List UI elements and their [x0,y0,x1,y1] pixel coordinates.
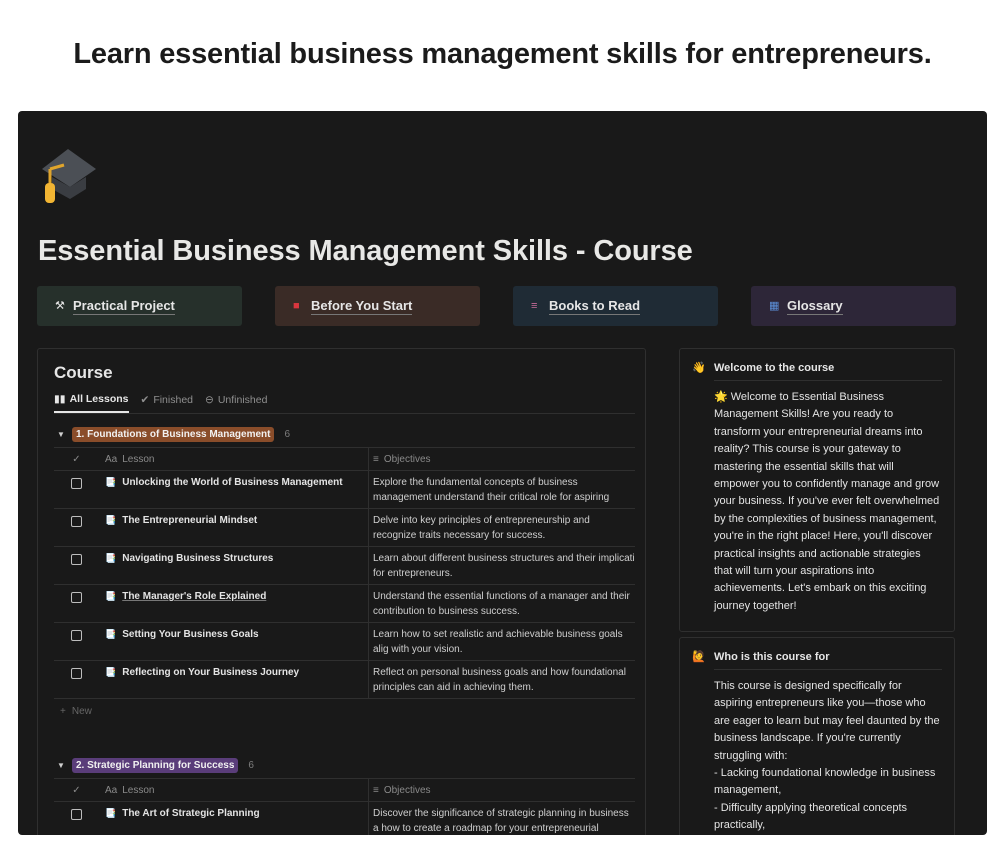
new-row-button[interactable]: + New [54,699,635,723]
page-icon: 📑 [105,591,117,601]
nav-label: Books to Read [549,297,641,315]
practical-project-button[interactable]: ⚒ Practical Project [37,286,242,326]
lesson-title[interactable]: The Entrepreneurial Mindset [122,515,257,526]
lesson-title[interactable]: Navigating Business Structures [122,553,273,564]
divider [54,413,635,414]
table-header: ✓ Aa Lesson ≡ Objectives [54,778,635,802]
notion-page: Essential Business Management Skills - C… [18,111,987,835]
table-row[interactable]: 📑 The Manager's Role Explained Understand… [54,585,635,623]
objective-text: Reflect on personal business goals and h… [373,667,626,693]
lessons-table: ✓ Aa Lesson ≡ Objectives 📑 Unlocking the Wo… [54,447,635,723]
lessons-table: ✓ Aa Lesson ≡ Objectives 📑 The Art of Strat… [54,778,635,835]
table-row[interactable]: 📑 Navigating Business Structures Learn ab… [54,547,635,585]
done-checkbox[interactable] [71,668,82,679]
done-checkbox[interactable] [71,554,82,565]
tab-label: All Lessons [69,393,129,405]
table-header: ✓ Aa Lesson ≡ Objectives [54,447,635,471]
table-row[interactable]: 📑 Setting Your Business Goals Learn how t… [54,623,635,661]
caret-down-icon[interactable]: ▼ [54,430,72,439]
done-checkbox[interactable] [71,630,82,641]
book-icon: ■ [293,300,300,312]
done-checkbox[interactable] [71,809,82,820]
page-title: Essential Business Management Skills - C… [38,235,693,267]
open-book-icon: ▮▮ [54,393,66,405]
glossary-button[interactable]: ▦ Glossary [751,286,956,326]
page-icon: 📑 [105,477,117,487]
books-icon: ≡ [531,300,538,312]
lesson-title[interactable]: The Manager's Role Explained [122,591,266,602]
minus-circle-icon: ⊖ [205,394,214,406]
objective-text: Explore the fundamental concepts of busi… [373,477,610,508]
caret-down-icon[interactable]: ▼ [54,761,72,770]
card-body: This course is designed specifically for… [714,680,940,832]
lesson-title[interactable]: The Art of Strategic Planning [122,808,259,819]
tab-unfinished[interactable]: ⊖ Unfinished [205,393,267,413]
divider [714,669,942,670]
tab-all-lessons[interactable]: ▮▮ All Lessons [54,393,129,413]
tab-label: Finished [153,394,194,406]
plus-icon: + [60,705,66,717]
objective-text: Understand the essential functions of a … [373,591,630,617]
nav-label: Glossary [787,297,843,315]
waving-hand-icon: 👋 [692,362,706,374]
person-raising-hand-icon: 🙋 [692,651,706,663]
group-tag: 1. Foundations of Business Management [72,426,275,442]
tab-label: Unfinished [217,394,268,406]
card-header: 🙋 Who is this course for [692,650,942,669]
lesson-column-header[interactable]: Aa Lesson [99,448,369,470]
graduation-cap-icon [42,149,96,203]
group-foundations: ▼ 1. Foundations of Business Management … [54,423,635,723]
tab-finished[interactable]: ✔ Finished [141,393,194,413]
table-row[interactable]: 📑 Unlocking the World of Business Managem… [54,471,635,509]
lesson-title[interactable]: Unlocking the World of Business Manageme… [122,477,342,488]
lesson-column-header[interactable]: Aa Lesson [99,779,369,801]
table-row[interactable]: 📑 Reflecting on Your Business Journey Ref… [54,661,635,699]
group-header[interactable]: ▼ 1. Foundations of Business Management … [54,423,635,445]
abc-icon: ▦ [769,300,780,312]
group-tag: 2. Strategic Planning for Success [72,757,239,773]
welcome-card: 👋 Welcome to the course 🌟 Welcome to Ess… [679,348,955,632]
done-checkbox[interactable] [71,592,82,603]
objective-text: Learn about different business structure… [373,553,635,579]
card-header: 👋 Welcome to the course [692,361,942,380]
new-label: New [71,705,92,717]
objectives-column-header[interactable]: ≡ Objectives [369,785,635,796]
books-to-read-button[interactable]: ≡ Books to Read [513,286,718,326]
lesson-title[interactable]: Reflecting on Your Business Journey [122,667,299,678]
group-count: 6 [284,428,291,440]
objective-text: Learn how to set realistic and achievabl… [373,629,623,655]
audience-card: 🙋 Who is this course for This course is … [679,637,955,835]
table-row[interactable]: 📑 The Art of Strategic Planning Discover … [54,802,635,835]
done-checkbox[interactable] [71,478,82,489]
objective-text: Delve into key principles of entrepreneu… [373,515,590,541]
check-column-icon: ✓ [72,784,81,796]
page-icon: 📑 [105,515,117,525]
group-strategic-planning: ▼ 2. Strategic Planning for Success 6 ✓ … [54,754,635,835]
card-title: Who is this course for [714,650,830,663]
done-checkbox[interactable] [71,516,82,527]
divider [714,380,942,381]
nav-label: Before You Start [311,297,413,315]
page-icon: 📑 [105,629,117,639]
objective-text: Discover the significance of strategic p… [373,808,629,834]
page-icon: 📑 [105,808,117,818]
before-you-start-button[interactable]: ■ Before You Start [275,286,480,326]
page-icon: 📑 [105,667,117,677]
course-database: Course ▮▮ All Lessons ✔ Finished ⊖ Unfin… [37,348,646,835]
lesson-title[interactable]: Setting Your Business Goals [122,629,258,640]
group-count: 6 [248,759,254,771]
tools-icon: ⚒ [55,300,65,312]
check-column-icon: ✓ [72,453,81,465]
page-icon: 📑 [105,553,117,563]
database-title: Course [54,363,113,382]
group-header[interactable]: ▼ 2. Strategic Planning for Success 6 [54,754,635,776]
nav-label: Practical Project [73,297,175,315]
check-circle-icon: ✔ [140,394,150,406]
headline: Learn essential business management skil… [73,38,932,70]
objectives-column-header[interactable]: ≡ Objectives [369,454,635,465]
card-title: Welcome to the course [714,361,835,374]
table-row[interactable]: 📑 The Entrepreneurial Mindset Delve into … [54,509,635,547]
card-body: 🌟 Welcome to Essential Business Manageme… [714,391,940,612]
view-tabs: ▮▮ All Lessons ✔ Finished ⊖ Unfinished [54,393,267,413]
